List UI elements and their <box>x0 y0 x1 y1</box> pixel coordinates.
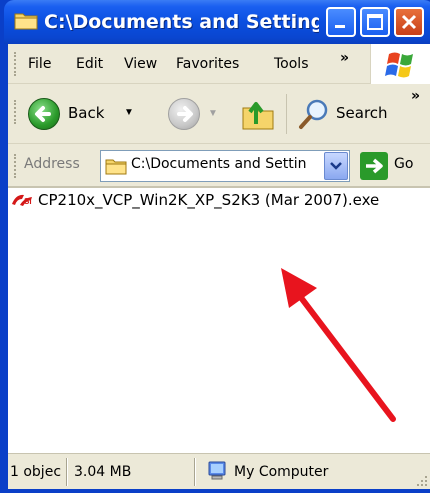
address-input[interactable]: C:\Documents and Settin <box>100 150 350 182</box>
go-arrow-icon <box>366 158 383 174</box>
file-list[interactable]: SI CP210x_VCP_Win2K_XP_S2K3 (Mar 2007).e… <box>8 188 430 453</box>
status-location: My Computer <box>234 464 329 480</box>
toolbar-separator <box>286 94 287 134</box>
up-folder-icon[interactable] <box>240 96 276 132</box>
close-icon <box>401 14 417 30</box>
address-bar: Address C:\Documents and Settin Go <box>8 144 430 188</box>
search-icon[interactable] <box>296 96 332 132</box>
close-button[interactable] <box>394 7 424 37</box>
address-label: Address <box>24 156 80 172</box>
annotation-arrow <box>281 268 396 422</box>
status-divider <box>194 458 196 486</box>
toolbar-more-button[interactable]: » <box>411 88 420 104</box>
menu-view[interactable]: View <box>124 54 157 74</box>
status-object-count: 1 objec <box>10 464 62 480</box>
forward-button[interactable] <box>168 98 200 130</box>
address-grip[interactable] <box>14 154 17 178</box>
status-size: 3.04 MB <box>74 464 132 480</box>
standard-toolbar: Back ▼ ▼ Search » <box>8 84 430 144</box>
resize-grip-icon[interactable] <box>414 473 428 487</box>
minimize-button[interactable] <box>326 7 356 37</box>
toolbar-grip[interactable] <box>14 100 17 124</box>
menu-tools[interactable]: Tools <box>274 54 309 74</box>
address-value: C:\Documents and Settin <box>131 156 307 172</box>
menu-edit[interactable]: Edit <box>76 54 103 74</box>
menu-file[interactable]: File <box>28 54 51 74</box>
windows-logo <box>370 44 430 84</box>
back-label: Back <box>68 104 105 122</box>
forward-arrow-icon <box>177 106 193 122</box>
title-bar[interactable]: C:\Documents and Setting... <box>4 0 430 44</box>
forward-dropdown-icon[interactable]: ▼ <box>208 108 218 119</box>
folder-icon <box>14 13 38 30</box>
back-dropdown-icon[interactable]: ▼ <box>124 107 134 118</box>
menu-bar: File Edit View Favorites Tools » <box>8 44 430 84</box>
maximize-button[interactable] <box>360 7 390 37</box>
windows-flag-icon <box>385 52 413 78</box>
back-arrow-icon <box>28 98 60 130</box>
chevron-down-icon <box>330 162 342 170</box>
my-computer-icon <box>208 461 226 480</box>
go-label[interactable]: Go <box>394 156 413 172</box>
explorer-window: C:\Documents and Setting... File Edit Vi… <box>0 0 430 493</box>
status-divider <box>66 458 68 486</box>
window-title: C:\Documents and Setting... <box>44 11 319 33</box>
minimize-icon <box>335 25 345 28</box>
folder-icon <box>105 159 127 175</box>
status-bar: 1 objec 3.04 MB My Computer <box>8 453 430 489</box>
back-button[interactable]: Back ▼ <box>28 96 158 132</box>
search-button[interactable]: Search <box>336 104 388 122</box>
maximize-icon <box>367 14 383 30</box>
address-dropdown-button[interactable] <box>324 152 348 180</box>
go-button[interactable] <box>360 152 388 180</box>
menu-favorites[interactable]: Favorites <box>176 54 239 74</box>
menu-more-button[interactable]: » <box>340 50 349 66</box>
window-client: File Edit View Favorites Tools » Back ▼ … <box>8 44 430 489</box>
menu-grip[interactable] <box>14 52 17 76</box>
